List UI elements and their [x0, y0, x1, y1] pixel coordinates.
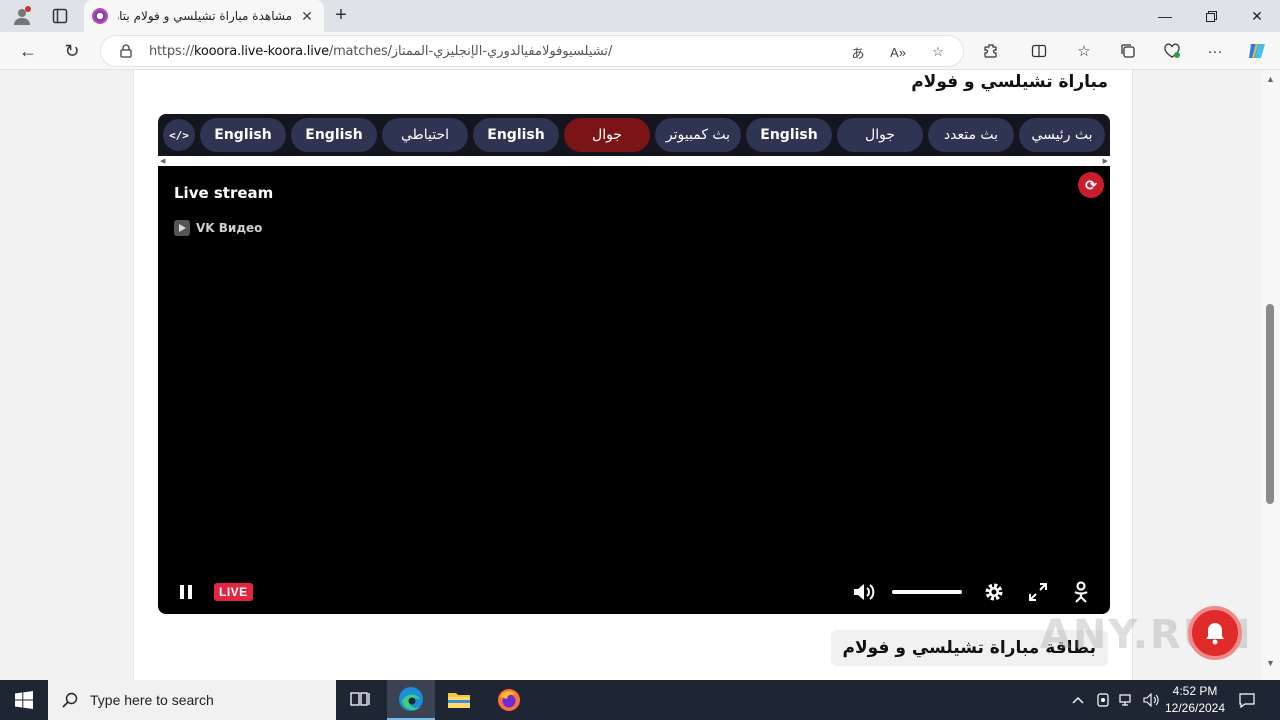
server-button-english-2[interactable]: English	[473, 118, 559, 152]
scroll-right-icon[interactable]: ▶	[1103, 157, 1108, 165]
video-player[interactable]: Live stream VK Видео ⟳ LIVE	[158, 166, 1110, 614]
page-viewport: مباراة تشيلسي و فولام </> English Englis…	[0, 70, 1262, 680]
copilot-icon[interactable]	[1243, 37, 1271, 65]
close-window-icon[interactable]: ✕	[1234, 0, 1280, 32]
volume-icon[interactable]	[850, 580, 878, 604]
browser-essentials-icon[interactable]	[1158, 37, 1186, 65]
speaker-icon[interactable]	[1140, 680, 1162, 720]
scrollbar-thumb[interactable]	[1266, 304, 1274, 504]
windows-taskbar: Type here to search 4:52 PM 12/26/2024	[0, 680, 1280, 720]
server-button-mobile-active[interactable]: جوال	[564, 118, 650, 152]
taskbar-search-box[interactable]: Type here to search	[48, 680, 336, 720]
read-aloud-icon[interactable]: A»	[887, 41, 909, 63]
server-button-english-3[interactable]: English	[291, 118, 377, 152]
server-button-computer[interactable]: بث كمبيوتر	[655, 118, 741, 152]
favorites-icon[interactable]: ☆	[1070, 37, 1098, 65]
live-badge: LIVE	[214, 583, 253, 601]
firefox-icon[interactable]	[485, 680, 533, 720]
extensions-icon[interactable]	[977, 37, 1005, 65]
page-scrollbar[interactable]: ▲ ▼	[1262, 70, 1280, 680]
server-button-english-4[interactable]: English	[200, 118, 286, 152]
edge-taskbar-icon[interactable]	[387, 680, 435, 720]
device-icon[interactable]	[1092, 680, 1114, 720]
volume-slider[interactable]	[892, 590, 962, 594]
embed-code-button[interactable]: </>	[163, 119, 195, 151]
provider-label[interactable]: VK Видео	[174, 220, 262, 236]
clock-date: 12/26/2024	[1164, 701, 1226, 715]
scroll-up-icon[interactable]: ▲	[1266, 74, 1275, 84]
browser-toolbar: ← ↻ https://kooora.live-koora.live/match…	[0, 32, 1280, 70]
server-button-english-1[interactable]: English	[746, 118, 832, 152]
restore-icon[interactable]	[1188, 0, 1234, 32]
minimize-icon[interactable]: —	[1142, 0, 1188, 32]
notification-bell-button[interactable]	[1188, 606, 1242, 660]
clock-time: 4:52 PM	[1172, 684, 1218, 698]
url-text[interactable]: https://kooora.live-koora.live/matches/ت…	[149, 44, 613, 59]
tab-title: مشاهدة مباراة تشيلسي و فولام بتاريخ	[118, 9, 292, 23]
pause-icon[interactable]	[176, 580, 196, 604]
network-icon[interactable]	[1116, 680, 1138, 720]
task-view-icon[interactable]	[336, 680, 384, 720]
browser-titlebar: مشاهدة مباراة تشيلسي و فولام بتاريخ ✕ + …	[0, 0, 1280, 32]
search-placeholder: Type here to search	[90, 692, 214, 708]
notification-center-icon[interactable]	[1234, 680, 1260, 720]
server-button-main[interactable]: بث رئيسي	[1019, 118, 1105, 152]
page-title: مباراة تشيلسي و فولام	[911, 72, 1108, 92]
ok-share-icon[interactable]	[1070, 580, 1092, 604]
server-bar-scrollbar[interactable]: ◀ ▶	[158, 156, 1110, 166]
back-icon[interactable]: ←	[14, 37, 42, 65]
tab-actions-icon[interactable]	[48, 4, 72, 28]
site-favicon-icon	[92, 8, 108, 24]
show-hidden-icons-icon[interactable]	[1068, 680, 1088, 720]
windows-start-icon[interactable]	[0, 680, 48, 720]
server-buttons-bar: </> English English احتياطي English جوال…	[158, 114, 1110, 156]
bell-icon	[1206, 623, 1224, 645]
translate-icon[interactable]: あ	[847, 41, 869, 63]
split-screen-icon[interactable]	[1025, 37, 1053, 65]
reload-stream-icon[interactable]: ⟳	[1078, 172, 1104, 198]
server-button-multi[interactable]: بث متعدد	[928, 118, 1014, 152]
server-button-mobile[interactable]: جوال	[837, 118, 923, 152]
stream-heading: Live stream	[174, 184, 274, 202]
new-tab-icon[interactable]: +	[330, 5, 352, 27]
page-content: مباراة تشيلسي و فولام </> English Englis…	[133, 70, 1133, 680]
fullscreen-icon[interactable]	[1026, 580, 1050, 604]
settings-gear-icon[interactable]	[982, 580, 1006, 604]
close-tab-icon[interactable]: ✕	[298, 7, 316, 25]
browser-tab[interactable]: مشاهدة مباراة تشيلسي و فولام بتاريخ ✕	[84, 0, 324, 32]
lock-icon[interactable]	[119, 44, 133, 58]
collections-icon[interactable]	[1114, 37, 1142, 65]
address-bar[interactable]: https://kooora.live-koora.live/matches/ت…	[100, 35, 964, 67]
profile-icon[interactable]	[10, 4, 34, 28]
scroll-left-icon[interactable]: ◀	[160, 157, 165, 165]
refresh-icon[interactable]: ↻	[58, 37, 86, 65]
favorite-icon[interactable]: ☆	[927, 41, 949, 63]
system-clock[interactable]: 4:52 PM 12/26/2024	[1160, 683, 1230, 717]
search-icon	[62, 692, 78, 708]
provider-name: VK Видео	[196, 221, 263, 235]
play-logo-icon	[174, 220, 190, 236]
server-button-backup[interactable]: احتياطي	[382, 118, 468, 152]
scroll-down-icon[interactable]: ▼	[1266, 658, 1275, 668]
file-explorer-icon[interactable]	[435, 680, 483, 720]
more-icon[interactable]: ···	[1201, 37, 1229, 65]
